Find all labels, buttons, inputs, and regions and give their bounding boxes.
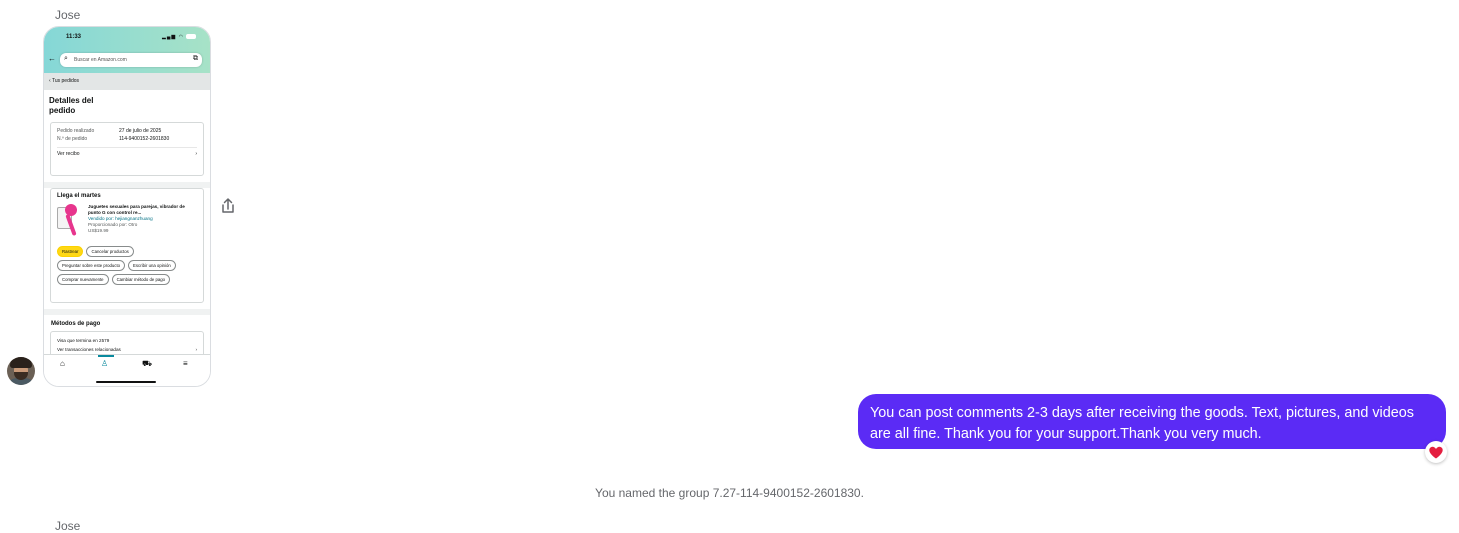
product-price: US$19.99	[88, 228, 109, 233]
cancel-items-button: Cancelar productos	[86, 246, 134, 257]
status-icons: ▂▄▆ ◠	[162, 34, 196, 40]
share-icon	[222, 198, 234, 213]
account-icon: ♙	[101, 359, 109, 368]
camera-icon: ⧉	[193, 55, 198, 62]
write-review-button: Escribir una opinión	[128, 260, 176, 271]
battery-icon	[186, 34, 196, 40]
order-date-label: Pedido realizado	[57, 128, 95, 134]
order-summary-card: Pedido realizado 27 de julio de 2025 N.º …	[50, 122, 204, 176]
image-attachment[interactable]: 11:33 ▂▄▆ ◠ ← ⌕ Buscar en Amazon.com ⧉ ‹…	[43, 26, 211, 387]
system-message: You named the group 7.27-114-9400152-260…	[595, 486, 864, 500]
buy-again-button: Comprar nuevamente	[57, 274, 109, 285]
order-number-value: 114-9400152-2601830	[119, 136, 170, 142]
change-payment-button: Cambiar método de pago	[111, 274, 171, 285]
delivery-title: Llega el martes	[57, 193, 101, 199]
status-time: 11:33	[66, 34, 82, 40]
sender-name: Jose	[55, 519, 81, 533]
chevron-right-icon: ›	[195, 151, 197, 157]
shipment-card: Llega el martes Juguetes sexuales para p…	[50, 188, 204, 303]
outgoing-message-bubble[interactable]: You can post comments 2-3 days after rec…	[858, 394, 1446, 449]
menu-icon: ≡	[183, 359, 188, 368]
home-icon: ⌂	[60, 359, 65, 368]
search-icon: ⌕	[64, 55, 68, 62]
search-placeholder: Buscar en Amazon.com	[74, 57, 127, 63]
chevron-right-icon: ›	[195, 347, 197, 352]
payment-card-info: Visa que termina en 2579	[57, 338, 110, 343]
avatar[interactable]	[7, 357, 35, 385]
reaction-badge[interactable]	[1425, 441, 1447, 463]
track-button: Rastrear	[57, 246, 84, 257]
cart-icon: ⛟	[142, 359, 153, 368]
product-image	[57, 204, 83, 238]
search-bar: ⌕ Buscar en Amazon.com ⧉	[60, 53, 202, 67]
order-date-value: 27 de julio de 2025	[119, 128, 162, 134]
order-number-label: N.º de pedido	[57, 136, 88, 142]
payment-title: Métodos de pago	[51, 321, 101, 327]
product-name: Juguetes sexuales para parejas, vibrador…	[88, 204, 185, 215]
share-button[interactable]	[220, 197, 236, 215]
page-title: Detalles del pedido	[49, 96, 94, 115]
breadcrumb: ‹ Tus pedidos	[44, 73, 210, 90]
back-arrow-icon: ←	[48, 54, 56, 63]
sender-name: Jose	[55, 8, 81, 22]
receipt-link: Ver recibo	[57, 151, 80, 157]
transactions-link: Ver transacciones relacionadas	[57, 347, 121, 352]
ask-product-button: Preguntar sobre este producto	[57, 260, 126, 271]
heart-icon	[1429, 446, 1443, 459]
app-header: 11:33 ▂▄▆ ◠ ← ⌕ Buscar en Amazon.com ⧉	[44, 27, 210, 73]
bottom-tab-bar: ⌂ ♙ ⛟ ≡	[44, 354, 210, 386]
